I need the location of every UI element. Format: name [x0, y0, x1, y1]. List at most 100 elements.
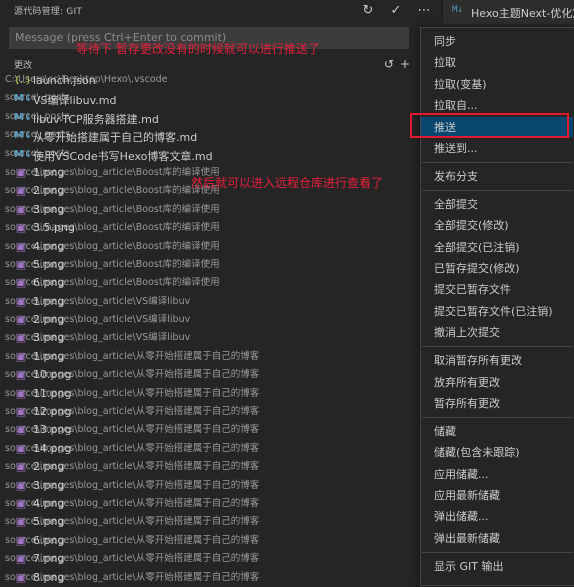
- menu-item-label: 放弃所有更改: [434, 375, 500, 389]
- menu-item[interactable]: 全部提交(已注销): [421, 237, 573, 257]
- image-file-icon: ▣: [15, 184, 27, 198]
- image-file-icon: ▣: [15, 331, 27, 345]
- refresh-icon[interactable]: ↻: [358, 1, 378, 21]
- menu-item-label: 提交已暂存文件: [434, 283, 511, 297]
- file-name: 从零开始搭建属于自己的博客.md: [33, 131, 198, 145]
- file-name: 8.png: [33, 570, 65, 584]
- image-file-icon: ▣: [15, 386, 27, 400]
- image-file-icon: ▣: [15, 570, 27, 584]
- image-file-icon: ▣: [15, 552, 27, 566]
- menu-item[interactable]: 全部提交(修改): [421, 215, 573, 235]
- file-name: 2.png: [33, 184, 65, 198]
- menu-item[interactable]: 储藏(包含未跟踪): [421, 442, 573, 462]
- file-name: 5.png: [33, 515, 65, 529]
- file-name: 12.png: [33, 405, 72, 419]
- menu-item[interactable]: 撤消上次提交: [421, 322, 573, 342]
- menu-item-label: 撤消上次提交: [434, 326, 500, 340]
- menu-item[interactable]: 提交已暂存文件: [421, 279, 573, 299]
- file-name: 13.png: [33, 423, 72, 437]
- editor-tab[interactable]: M↓ Hexo主题Next-优化篇: [442, 0, 574, 24]
- tab-label: Hexo主题Next-优化篇: [471, 7, 574, 20]
- menu-item[interactable]: 应用储藏...: [421, 464, 573, 484]
- image-file-icon: ▣: [15, 533, 27, 547]
- image-file-icon: ▣: [15, 294, 27, 308]
- menu-item-label: 推送到...: [434, 142, 478, 155]
- menu-item-label: 弹出储藏...: [434, 510, 489, 524]
- image-file-icon: ▣: [15, 221, 27, 235]
- menu-item[interactable]: 提交已暂存文件(已注销): [421, 301, 573, 321]
- image-file-icon: ▣: [15, 257, 27, 271]
- menu-item[interactable]: 推送到...: [421, 138, 573, 158]
- plus-icon[interactable]: +: [397, 55, 413, 73]
- check-icon[interactable]: ✓: [386, 1, 406, 21]
- menu-separator: [422, 551, 573, 553]
- image-file-icon: ▣: [15, 496, 27, 510]
- file-name: 14.png: [33, 441, 72, 455]
- image-file-icon: ▣: [15, 368, 27, 382]
- image-file-icon: ▣: [15, 202, 27, 216]
- menu-separator: [422, 190, 573, 192]
- menu-item[interactable]: 储藏: [421, 421, 573, 441]
- image-file-icon: ▣: [15, 478, 27, 492]
- file-name: 3.png: [33, 478, 65, 492]
- file-name: 11.png: [33, 386, 72, 400]
- menu-item-label: 应用最新储藏: [434, 489, 500, 502]
- file-name: 4.png: [33, 239, 65, 253]
- menu-item-label: 显示 GIT 输出: [434, 559, 504, 573]
- file-name: 4.png: [33, 496, 65, 510]
- menu-item-label: 全部提交(已注销): [434, 240, 520, 254]
- scm-title: 源代码管理: GIT: [14, 7, 83, 17]
- menu-item-label: 储藏: [434, 424, 456, 438]
- image-file-icon: ▣: [15, 276, 27, 290]
- menu-separator: [422, 346, 573, 348]
- highlight-box: [410, 113, 569, 138]
- file-name: 3.5.png: [33, 221, 75, 235]
- file-name: launch.json: [33, 74, 96, 87]
- menu-item-label: 储藏(包含未跟踪): [434, 446, 520, 460]
- undo-icon[interactable]: ↺: [381, 55, 397, 73]
- image-file-icon: ▣: [15, 405, 27, 419]
- menu-item-label: 拉取自...: [434, 99, 478, 113]
- menu-item[interactable]: 同步: [421, 31, 573, 51]
- annotation-middle: 然后就可以进入远程仓库进行查看了: [191, 176, 384, 190]
- file-name: 使用VSCode书写Hexo博客文章.md: [33, 149, 213, 163]
- menu-item[interactable]: 拉取(变基): [421, 74, 573, 94]
- menu-item-label: 应用储藏...: [434, 467, 489, 481]
- menu-item[interactable]: 弹出储藏...: [421, 506, 573, 526]
- markdown-file-icon: M↓: [14, 148, 33, 160]
- context-menu: 同步 拉取 拉取(变基) 拉取自... 推送 推送到... 发布分支 全部提交 全部提交(修改)…: [420, 27, 574, 586]
- menu-item[interactable]: 应用最新储藏: [421, 485, 573, 505]
- changes-title: 更改: [14, 61, 33, 71]
- menu-item[interactable]: 已暂存提交(修改): [421, 258, 573, 278]
- menu-item-label: 暂存所有更改: [434, 396, 500, 410]
- menu-item[interactable]: 发布分支: [421, 166, 573, 186]
- image-file-icon: ▣: [15, 349, 27, 363]
- file-name: 2.png: [33, 313, 65, 327]
- menu-item-label: 取消暂存所有更改: [434, 354, 522, 368]
- menu-item-label: 发布分支: [434, 169, 478, 183]
- menu-item[interactable]: 拉取: [421, 52, 573, 72]
- menu-item[interactable]: 弹出最新储藏: [421, 528, 573, 548]
- markdown-file-icon: M↓: [14, 111, 33, 123]
- menu-item[interactable]: 暂存所有更改: [421, 393, 573, 413]
- file-name: VS编译libuv.md: [33, 94, 117, 108]
- menu-item-label: 已暂存提交(修改): [434, 262, 520, 275]
- menu-item-label: 全部提交(修改): [434, 219, 509, 233]
- menu-item[interactable]: 放弃所有更改: [421, 372, 573, 392]
- menu-item[interactable]: 全部提交: [421, 194, 573, 214]
- file-name: 2.png: [33, 460, 65, 474]
- image-file-icon: ▣: [15, 423, 27, 437]
- file-name: 1.png: [33, 294, 65, 308]
- file-name: 5.png: [33, 257, 65, 271]
- image-file-icon: ▣: [15, 239, 27, 253]
- file-name: 3.png: [33, 331, 65, 345]
- image-file-icon: ▣: [15, 165, 27, 179]
- image-file-icon: ▣: [15, 313, 27, 327]
- markdown-file-icon: M↓: [14, 130, 33, 142]
- menu-item[interactable]: 取消暂存所有更改: [421, 350, 573, 370]
- ellipsis-icon[interactable]: ⋯: [414, 1, 434, 21]
- scm-header: 源代码管理: GIT ↻ ✓ ⋯ M↓ Hexo主题Next-优化篇: [0, 0, 574, 24]
- menu-item-label: 拉取(变基): [434, 77, 487, 91]
- menu-item[interactable]: 显示 GIT 输出: [421, 556, 573, 576]
- menu-item-label: 拉取: [434, 56, 456, 70]
